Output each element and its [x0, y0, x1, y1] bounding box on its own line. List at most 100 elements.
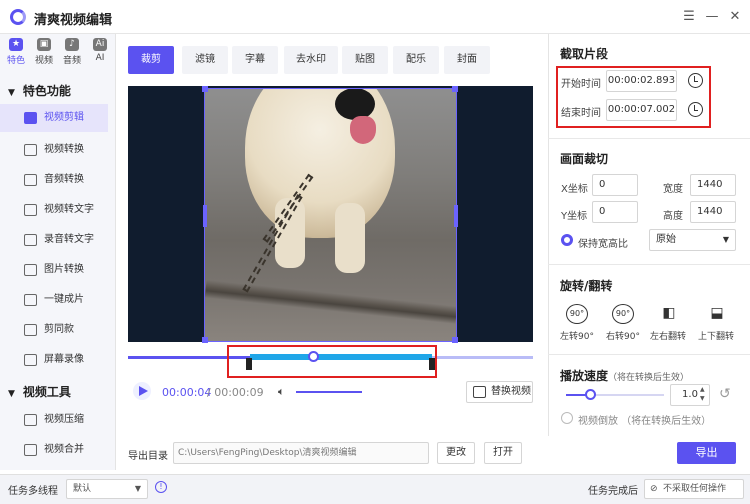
sidebar-item-image-convert[interactable]: 图片转换 — [0, 256, 108, 284]
tab-cover[interactable]: 封面 — [444, 46, 490, 74]
menu-icon[interactable]: ☰ — [681, 9, 697, 24]
crop-handle-tl[interactable] — [202, 86, 208, 92]
minimize-icon[interactable]: — — [704, 9, 720, 24]
sidebar-item-audio-to-text[interactable]: 录音转文字 — [0, 226, 108, 254]
category-tab-featured[interactable]: ★ 特色 — [2, 38, 30, 68]
sidebar-item-template[interactable]: 剪同款 — [0, 316, 108, 344]
section-header-video-tools[interactable]: ▼ 视频工具 — [8, 383, 71, 400]
crop-handle-left[interactable] — [203, 205, 207, 227]
highlight-clip-times — [556, 66, 711, 128]
multithread-select[interactable]: 默认 ▼ — [66, 479, 148, 499]
image-icon — [24, 264, 37, 276]
ban-icon: ⊘ — [650, 484, 658, 494]
flip-vertical-icon[interactable]: ⬓ — [706, 304, 728, 324]
sidebar-item-one-click[interactable]: 一键成片 — [0, 286, 108, 314]
caret-down-icon: ▼ — [134, 484, 141, 493]
crop-handle-bl[interactable] — [202, 337, 208, 343]
sidebar-item-video-merge[interactable]: 视频合并 — [0, 436, 108, 464]
star-icon: ★ — [9, 38, 23, 51]
rotate-right-label[interactable]: 右转90° — [606, 329, 640, 342]
open-dir-button[interactable]: 打开 — [484, 442, 522, 464]
flip-h-label[interactable]: 左右翻转 — [650, 329, 686, 342]
info-icon[interactable]: ! — [155, 481, 167, 493]
after-task-select[interactable]: ⊘ 不采取任何操作 — [644, 479, 744, 499]
tab-crop[interactable]: 裁剪 — [128, 46, 174, 74]
volume-icon[interactable]: 🔈︎ — [278, 385, 285, 399]
tab-music[interactable]: 配乐 — [393, 46, 439, 74]
total-time: / 00:00:09 — [207, 386, 264, 399]
flip-v-label[interactable]: 上下翻转 — [698, 329, 734, 342]
keep-ratio-label: 保持宽高比 — [578, 239, 628, 250]
sidebar-item-audio-convert[interactable]: 音频转换 — [0, 166, 108, 194]
caret-down-icon: ▼ — [8, 88, 15, 98]
section-header-featured[interactable]: ▼ 特色功能 — [8, 82, 71, 99]
speed-header: 播放速度（将在转换后生效） — [560, 369, 690, 383]
image-swap-icon — [473, 386, 486, 398]
replace-video-button[interactable]: 替换视频 — [466, 381, 533, 403]
video-convert-icon — [24, 144, 37, 156]
width-label: 宽度 — [663, 184, 683, 195]
sidebar-item-video-edit[interactable]: 视频剪辑 — [0, 104, 108, 132]
y-input[interactable]: 0 — [592, 201, 638, 223]
after-task-label: 任务完成后 — [588, 486, 638, 497]
sidebar-item-video-to-text[interactable]: 视频转文字 — [0, 196, 108, 224]
film-icon — [24, 294, 37, 306]
stepper-arrows-icon[interactable]: ▲ ▼ — [700, 385, 705, 403]
crop-handle-tr[interactable] — [452, 86, 458, 92]
multithread-label: 任务多线程 — [8, 486, 58, 497]
rotate-right-icon[interactable]: 90° — [612, 304, 634, 324]
template-icon — [24, 324, 37, 336]
caret-down-icon: ▼ — [722, 235, 729, 244]
tab-remove-watermark[interactable]: 去水印 — [284, 46, 338, 74]
app-title: 清爽视频编辑 — [34, 13, 113, 28]
microphone-icon — [24, 174, 37, 186]
category-tab-audio[interactable]: ♪ 音频 — [58, 38, 86, 68]
reset-icon[interactable]: ↺ — [719, 386, 731, 402]
height-input[interactable]: 1440 — [690, 201, 736, 223]
sidebar-item-video-compress[interactable]: 视频压缩 — [0, 406, 108, 434]
crop-frame[interactable] — [204, 88, 457, 342]
crop-handle-br[interactable] — [452, 337, 458, 343]
rotate-left-icon[interactable]: 90° — [566, 304, 588, 324]
x-label: X坐标 — [561, 184, 588, 195]
flip-horizontal-icon[interactable]: ◧ — [658, 304, 680, 324]
export-dir-label: 导出目录 — [128, 451, 168, 462]
change-dir-button[interactable]: 更改 — [437, 442, 475, 464]
clip-header: 截取片段 — [560, 47, 609, 61]
play-icon — [139, 386, 148, 396]
reverse-radio[interactable] — [561, 412, 573, 424]
video-text-icon — [24, 204, 37, 216]
ai-icon: Ai — [93, 38, 107, 51]
x-input[interactable]: 0 — [592, 174, 638, 196]
keep-ratio-radio[interactable] — [561, 234, 573, 246]
rotate-left-label[interactable]: 左转90° — [560, 329, 594, 342]
app-logo-icon — [10, 9, 26, 25]
monitor-icon — [24, 354, 37, 366]
tab-subtitle[interactable]: 字幕 — [232, 46, 278, 74]
export-button[interactable]: 导出 — [677, 442, 736, 464]
caret-down-icon: ▼ — [8, 389, 15, 399]
video-icon: ▣ — [37, 38, 51, 51]
reverse-label: 视频倒放 （将在转换后生效） — [578, 416, 712, 427]
music-icon: ♪ — [65, 38, 79, 51]
sidebar-item-screen-record[interactable]: 屏幕录像 — [0, 346, 108, 374]
sidebar-item-video-convert[interactable]: 视频转换 — [0, 136, 108, 164]
scissors-icon — [24, 112, 37, 124]
volume-slider[interactable] — [296, 391, 362, 393]
highlight-timeline — [227, 345, 437, 378]
y-label: Y坐标 — [561, 211, 588, 222]
width-input[interactable]: 1440 — [690, 174, 736, 196]
export-path-field[interactable]: C:\Users\FengPing\Desktop\清爽视频编辑 — [173, 442, 429, 464]
compress-icon — [24, 414, 37, 426]
tab-filter[interactable]: 滤镜 — [182, 46, 228, 74]
height-label: 高度 — [663, 211, 683, 222]
tab-sticker[interactable]: 贴图 — [342, 46, 388, 74]
ratio-select[interactable]: 原始 ▼ — [649, 229, 736, 251]
category-tab-video[interactable]: ▣ 视频 — [30, 38, 58, 68]
crop-handle-right[interactable] — [454, 205, 458, 227]
speed-knob[interactable] — [584, 389, 596, 400]
category-tab-ai[interactable]: Ai AI — [86, 38, 114, 68]
rotate-header: 旋转/翻转 — [560, 279, 613, 293]
title-bar — [0, 0, 750, 34]
close-icon[interactable]: ✕ — [727, 9, 743, 24]
